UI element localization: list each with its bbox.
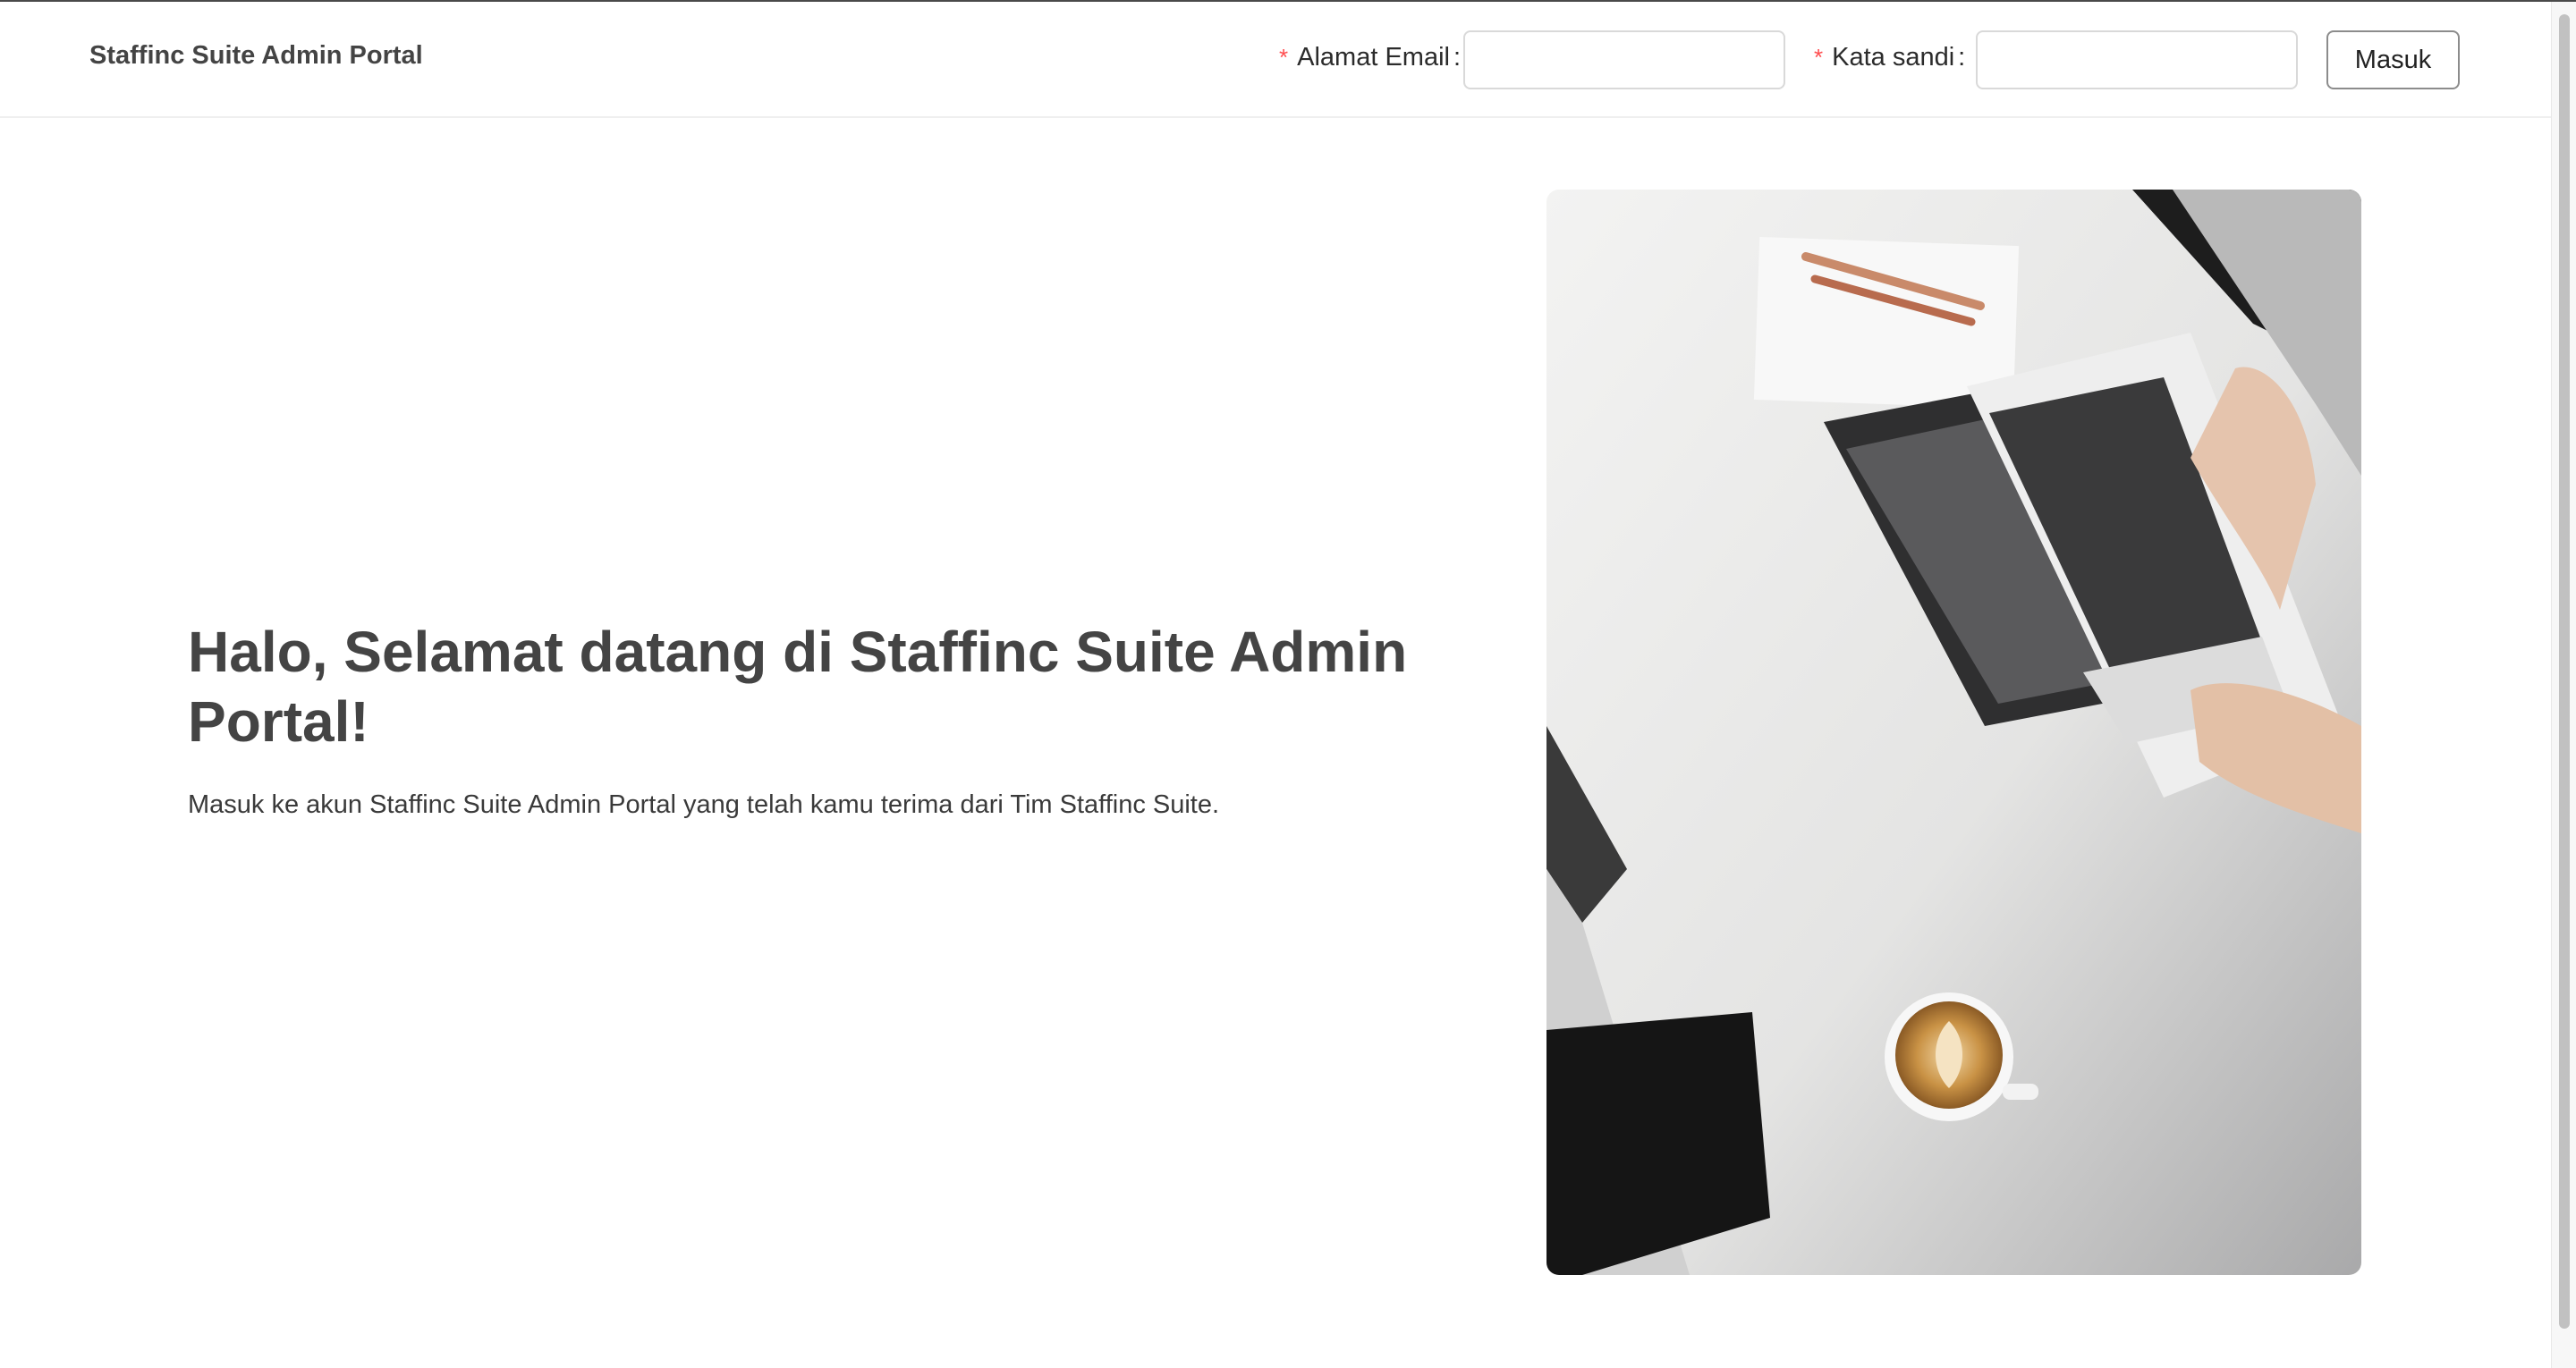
scrollbar-thumb[interactable] [2559,14,2570,1329]
required-mark: * [1279,44,1289,71]
label-colon: : [1958,43,1966,72]
password-field[interactable] [1976,30,2298,89]
email-label: * Alamat Email: [1279,43,1461,72]
label-colon: : [1453,43,1462,72]
password-label: * Kata sandi: [1814,43,1965,72]
welcome-subtitle: Masuk ke akun Staffinc Suite Admin Porta… [188,790,1220,819]
email-field[interactable] [1463,30,1785,89]
email-label-text: Alamat Email [1297,43,1450,72]
password-label-text: Kata sandi [1832,43,1955,72]
photo-illustration [1546,190,2361,1275]
scrollbar[interactable] [2551,2,2576,1368]
top-header: Staffinc Suite Admin Portal * Alamat Emai… [0,2,2551,118]
laptop-desk-photo [1546,190,2361,1275]
brand-title: Staffinc Suite Admin Portal [89,41,423,70]
required-mark: * [1814,44,1824,71]
welcome-title: Halo, Selamat datang di Staffinc Suite A… [188,620,1408,754]
login-button[interactable]: Masuk [2326,30,2460,89]
